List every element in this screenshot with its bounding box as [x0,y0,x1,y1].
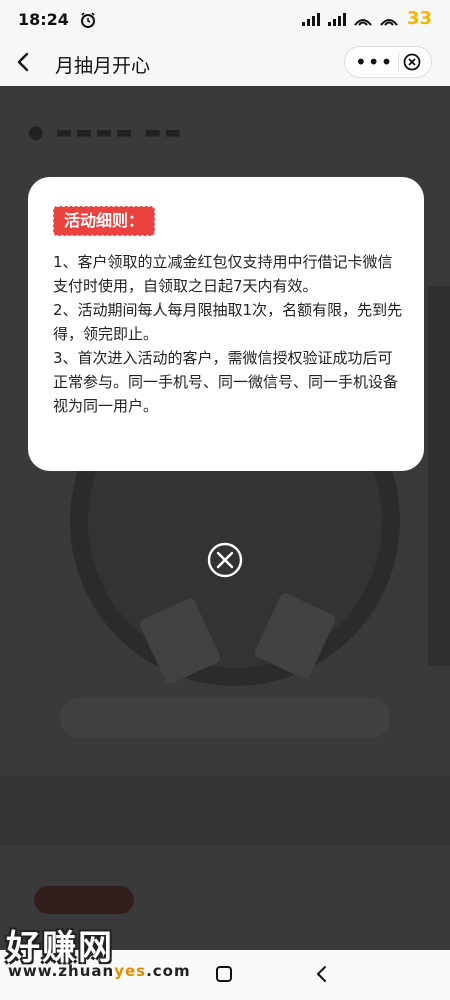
capsule-divider [397,53,399,71]
close-miniprogram-icon[interactable] [403,53,421,71]
watermark-url-suffix: .com [146,962,191,980]
watermark-url-highlight: yes [114,962,147,980]
status-icons: 33 [301,8,434,29]
back-arrow-icon[interactable] [12,50,36,74]
rules-list: 1、客户领取的立减金红包仅支持用中行借记卡微信支付时使用，自领取之日起7天内有效… [53,250,407,418]
nav-back-icon[interactable] [312,964,332,984]
rule-item: 3、首次进入活动的客户，需微信授权验证成功后可正常参与。同一手机号、同一微信号、… [53,349,399,415]
rule-item: 1、客户领取的立减金红包仅支持用中行借记卡微信支付时使用，自领取之日起7天内有效… [53,253,393,295]
watermark-url-prefix: www.zhuan [8,962,115,980]
title-bar: 月抽月开心 ••• [0,40,450,87]
watermark-url: www.zhuanyes.com [8,962,191,980]
signal-icon [301,12,320,26]
battery-level: 33 [406,8,432,29]
dialog-heading: 活动细则： [53,206,156,236]
home-square-icon[interactable] [215,965,233,983]
page-title: 月抽月开心 [55,55,151,77]
status-bar: 18:24 33 [0,0,450,40]
rule-item: 2、活动期间每人每月限抽取1次，名额有限，先到先得，领完即止。 [53,301,403,343]
status-time: 18:24 [18,10,69,29]
watermark: 好赚网 www.zhuanyes.com [6,920,192,990]
alarm-icon [81,12,95,28]
dialog-close-icon[interactable] [207,542,243,578]
wifi-icon [354,18,372,26]
rules-dialog: 活动细则： 1、客户领取的立减金红包仅支持用中行借记卡微信支付时使用，自领取之日… [28,177,424,471]
miniprogram-capsule: ••• [344,46,432,78]
more-button[interactable]: ••• [355,52,393,72]
signal-icon [327,12,346,26]
wifi-icon [380,18,398,26]
